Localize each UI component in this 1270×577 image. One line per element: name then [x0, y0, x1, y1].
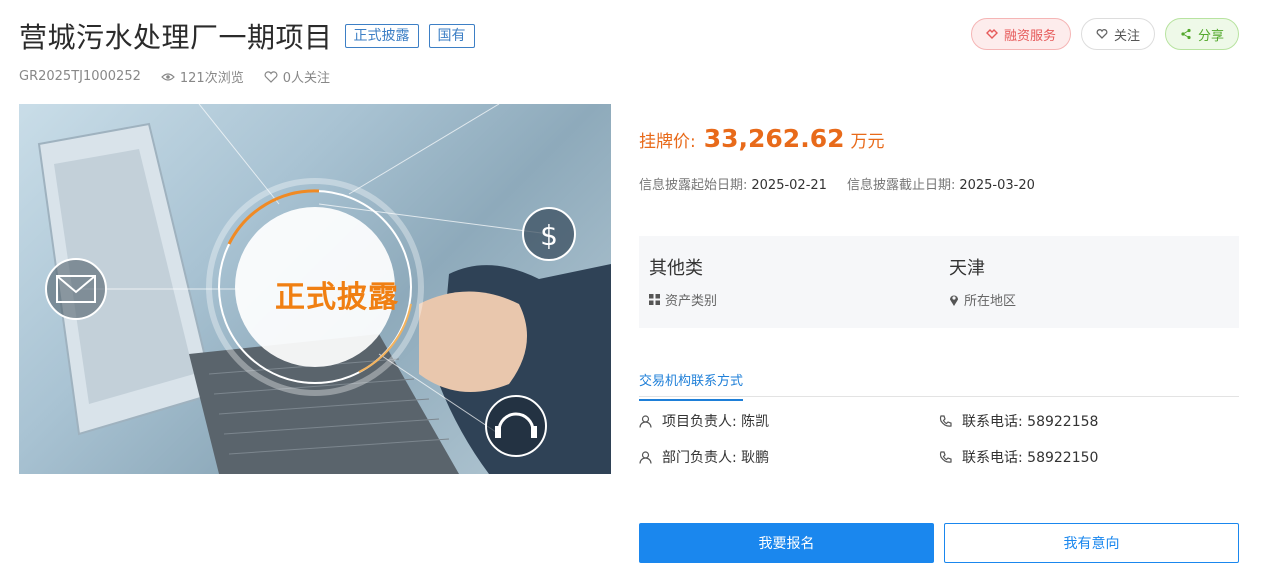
follower-count: 0人关注	[264, 67, 330, 86]
share-button[interactable]: 分享	[1164, 18, 1239, 50]
start-date: 信息披露起始日期: 2025-02-21	[639, 178, 827, 193]
asset-info-box: 其他类 资产类别 天津 所在地区	[639, 236, 1239, 328]
register-button[interactable]: 我要报名	[639, 523, 934, 563]
location-pin-icon	[950, 295, 958, 306]
meta-bar: GR2025TJ1000252 121次浏览 0人关注	[19, 67, 350, 86]
grid-icon	[649, 294, 660, 305]
end-date: 信息披露截止日期: 2025-03-20	[846, 178, 1035, 193]
finance-service-label: 融资服务	[1003, 28, 1056, 44]
banner-caption: 正式披露	[275, 280, 399, 315]
tab-divider	[639, 396, 1239, 397]
person-icon	[639, 414, 652, 428]
region-caption: 所在地区	[949, 290, 1016, 309]
region-cell: 天津 所在地区	[949, 254, 1016, 309]
svg-text:$: $	[540, 219, 558, 252]
listing-price: 挂牌价: 33,262.62 万元	[639, 124, 885, 153]
asset-type-value: 其他类	[649, 258, 703, 279]
dept-manager-row: 部门负责人: 耿鹏	[639, 447, 769, 467]
status-tag: 正式披露	[344, 24, 419, 48]
asset-type-caption: 资产类别	[649, 290, 717, 309]
eye-icon	[161, 72, 175, 81]
asset-type-cell: 其他类 资产类别	[649, 254, 717, 309]
heart-icon	[1096, 28, 1108, 40]
action-bar: 融资服务 关注 分享	[961, 18, 1239, 50]
follow-label: 关注	[1113, 28, 1140, 44]
project-banner-image: $ 正式披露	[19, 104, 611, 474]
heart-outline-icon	[264, 70, 278, 83]
finance-service-button[interactable]: 融资服务	[970, 18, 1071, 50]
share-label: 分享	[1197, 28, 1224, 44]
phone-icon	[939, 450, 952, 463]
view-count: 121次浏览	[161, 67, 244, 86]
disclosure-dates: 信息披露起始日期: 2025-02-21 信息披露截止日期: 2025-03-20	[639, 174, 1055, 193]
ownership-tag: 国有	[428, 24, 475, 48]
project-manager-row: 项目负责人: 陈凯	[639, 411, 769, 431]
price-value: 33,262.62	[703, 124, 845, 153]
person-icon	[639, 450, 652, 464]
handshake-icon	[985, 28, 998, 40]
dept-phone-row: 联系电话: 58922150	[939, 447, 1098, 467]
price-unit: 万元	[850, 132, 885, 152]
page-title: 营城污水处理厂一期项目	[19, 21, 333, 54]
region-value: 天津	[949, 258, 985, 279]
phone-icon	[939, 414, 952, 427]
follow-button[interactable]: 关注	[1080, 18, 1155, 50]
share-icon	[1180, 28, 1192, 40]
price-label: 挂牌价:	[639, 132, 696, 152]
intent-button[interactable]: 我有意向	[944, 523, 1239, 563]
project-phone-row: 联系电话: 58922158	[939, 411, 1098, 431]
page-header: 营城污水处理厂一期项目 正式披露 国有	[19, 16, 475, 56]
project-code: GR2025TJ1000252	[19, 69, 141, 84]
